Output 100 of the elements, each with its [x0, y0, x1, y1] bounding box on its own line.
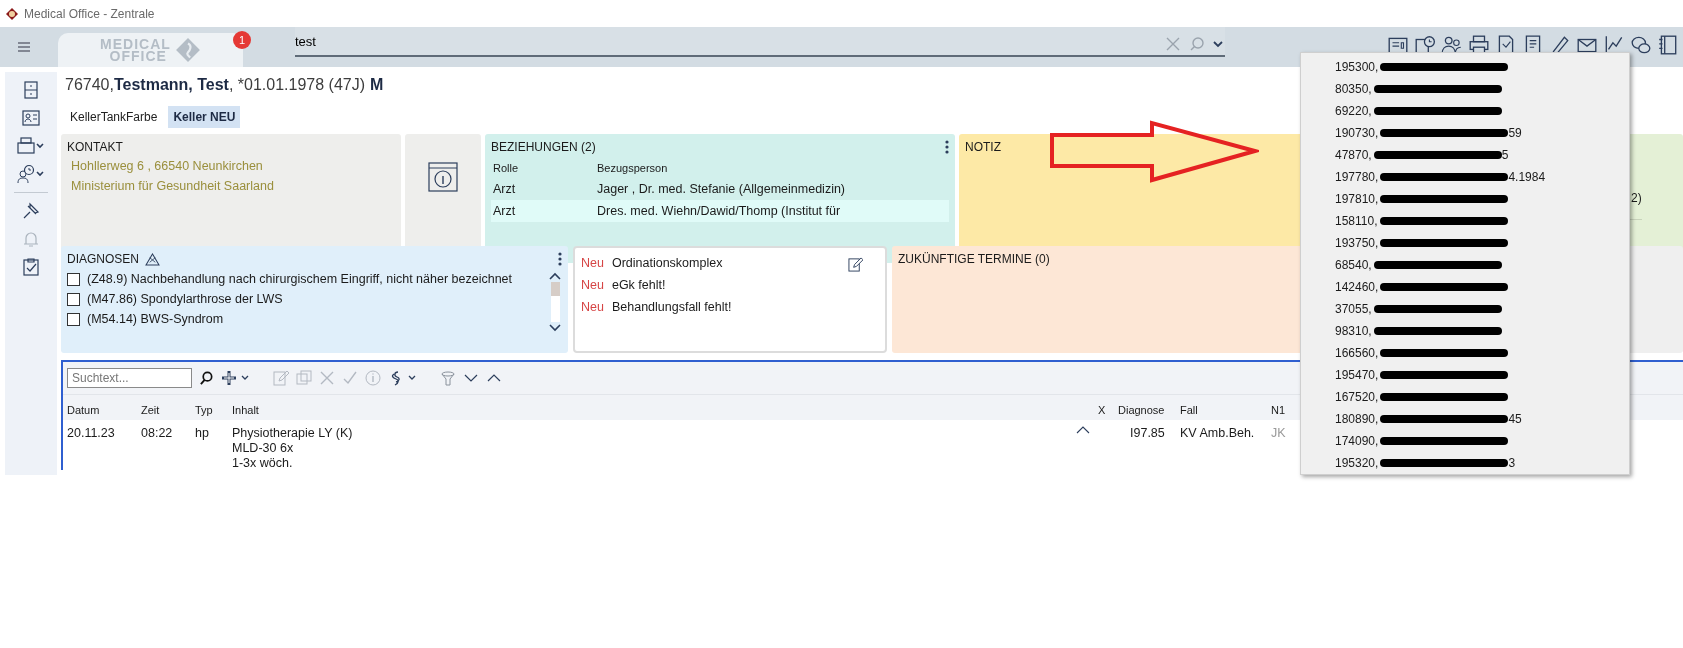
column-header[interactable]: Diagnose — [1118, 404, 1180, 416]
card-title: ZUKÜNFTIGE TERMINE (0) — [898, 252, 1050, 266]
card-title: BEZIEHUNGEN (2) — [491, 140, 596, 154]
search-result[interactable]: 197810, — [1301, 188, 1629, 210]
table-cell-text: 08:22 — [141, 426, 174, 442]
table-cell: 1-3x wöch. — [232, 456, 293, 471]
column-header[interactable]: Zeit — [141, 404, 195, 416]
patient-number: 37055, — [1335, 302, 1372, 316]
status-tag: Neu — [581, 256, 604, 270]
contacts-icon[interactable] — [21, 108, 41, 128]
app-icon — [4, 5, 20, 22]
search-result[interactable]: 69220, — [1301, 100, 1629, 122]
collapse-icon[interactable] — [1076, 426, 1090, 434]
result-text: 45 — [1508, 412, 1522, 426]
table-cell-text: 20.11.23 — [67, 426, 116, 442]
card-title: NOTIZ — [965, 140, 1001, 154]
window-title: Medical Office - Zentrale — [24, 6, 155, 21]
search-result[interactable]: 158110, — [1301, 210, 1629, 232]
patient-number: 80350, — [1335, 82, 1372, 96]
plus-icon[interactable] — [221, 370, 251, 386]
notice-text: eGk fehlt! — [611, 278, 666, 292]
patient-name: Testmann, Test — [113, 76, 229, 94]
patient-number: 195470, — [1335, 368, 1379, 382]
relation-row[interactable]: Arzt Dres. med. Wiehn/Dawid/Thomp (Institut für — [491, 200, 949, 222]
patient-number: 47870, — [1335, 148, 1372, 162]
checkbox[interactable] — [67, 312, 80, 326]
chat-icon[interactable] — [1630, 34, 1652, 56]
patient-number: 195320, — [1335, 456, 1379, 470]
table-cell: MLD-30 6x — [232, 441, 294, 456]
printer-icon[interactable] — [16, 136, 46, 156]
search-result[interactable]: 195320, 3 — [1301, 452, 1629, 474]
tab[interactable]: Keller NEU — [168, 106, 241, 128]
search-result[interactable]: 195470, — [1301, 364, 1629, 386]
notification-badge: 1 — [233, 31, 251, 49]
table-cell-text: KV Amb.Beh. — [1180, 426, 1256, 442]
patient-number: 180890, — [1335, 412, 1379, 426]
address-line: Hohllerweg 6 , 66540 Neunkirchen — [71, 158, 263, 174]
search-result[interactable]: 98310, — [1301, 320, 1629, 342]
more-icon[interactable] — [558, 252, 562, 266]
chevron-up-icon[interactable] — [549, 272, 561, 280]
patient-number: 158110, — [1335, 214, 1378, 228]
search-result[interactable]: 166560, — [1301, 342, 1629, 364]
table-cell-text: Arzt — [493, 182, 517, 196]
column-header[interactable]: Typ — [195, 404, 232, 416]
table-cell-text: Arzt — [493, 204, 517, 218]
edit-icon[interactable] — [848, 257, 863, 272]
search-result[interactable]: 174090, — [1301, 430, 1629, 452]
logo-icon — [174, 37, 201, 63]
clock-person-icon[interactable] — [16, 164, 46, 184]
table-cell-text: hp — [195, 426, 210, 442]
patient-birthdate: , *01.01.1978 (47J) — [228, 76, 365, 94]
search-field[interactable]: test — [295, 27, 1225, 57]
search-result[interactable]: 37055, — [1301, 298, 1629, 320]
chevron-down-icon[interactable] — [549, 324, 561, 332]
search-result[interactable]: 142460, — [1301, 276, 1629, 298]
book-icon[interactable] — [1657, 34, 1679, 56]
table-cell: Jager , Dr. med. Stefanie (Allgemeinmedizin) — [597, 182, 846, 196]
status-tag: Neu — [581, 300, 604, 314]
patient-number: 167520, — [1335, 390, 1379, 404]
column-header[interactable]: Datum — [67, 404, 141, 416]
search-field[interactable]: Suchtext... — [67, 368, 192, 388]
diagnosis-text: (Z48.9) Nachbehandlung nach chirurgischem Eingriff, nicht näher bezeichnet — [87, 272, 513, 286]
column-header[interactable]: Inhalt — [232, 404, 1098, 416]
search-result[interactable]: 197780, 4.1984 — [1301, 166, 1629, 188]
clipboard-icon[interactable] — [21, 257, 41, 277]
table-cell: Physiotherapie LY (K) — [232, 426, 353, 441]
tab[interactable]: KellerTankFarbe — [65, 106, 163, 128]
result-text: 3 — [1508, 456, 1516, 470]
relation-row[interactable]: Arzt Jager , Dr. med. Stefanie (Allgemeinmedizin) — [491, 178, 949, 200]
patient-number: 193750, — [1335, 236, 1379, 250]
check-icon[interactable] — [342, 370, 358, 386]
search-result[interactable]: 167520, — [1301, 386, 1629, 408]
logo-text: MEDICAL OFFICE — [100, 38, 171, 62]
search-result[interactable]: 180890, 45 — [1301, 408, 1629, 430]
patient-number: 76740, — [65, 76, 114, 94]
notice-text: Ordinationskomplex — [611, 256, 723, 270]
search-result[interactable]: 80350, — [1301, 78, 1629, 100]
search-result[interactable]: 47870, 5 — [1301, 144, 1629, 166]
search-result[interactable]: 68540, — [1301, 254, 1629, 276]
column-header[interactable]: Fall — [1180, 404, 1271, 416]
notice-text: Behandlungsfall fehlt! — [611, 300, 732, 314]
table-cell-text: I97.85 — [1130, 426, 1166, 442]
more-icon[interactable] — [945, 140, 949, 154]
patient-number: 197780, — [1335, 170, 1379, 184]
search-result[interactable]: 190730, 59 — [1301, 122, 1629, 144]
table-cell: Dres. med. Wiehn/Dawid/Thomp (Institut für — [597, 204, 841, 218]
status-tag: Neu — [581, 278, 604, 292]
patient-number: 197810, — [1335, 192, 1379, 206]
cabinet-icon[interactable] — [21, 80, 41, 100]
checkbox[interactable] — [67, 272, 80, 286]
checkbox[interactable] — [67, 292, 80, 306]
info-icon[interactable] — [428, 162, 458, 192]
warning-icon[interactable] — [145, 252, 160, 266]
result-text: 59 — [1508, 126, 1522, 140]
filter-icon[interactable] — [440, 370, 456, 386]
patient-number: 190730, — [1335, 126, 1379, 140]
search-result[interactable]: 193750, — [1301, 232, 1629, 254]
search-result[interactable]: 195300, — [1301, 56, 1629, 78]
search-icon[interactable] — [199, 370, 214, 386]
column-header[interactable]: X — [1098, 404, 1118, 416]
